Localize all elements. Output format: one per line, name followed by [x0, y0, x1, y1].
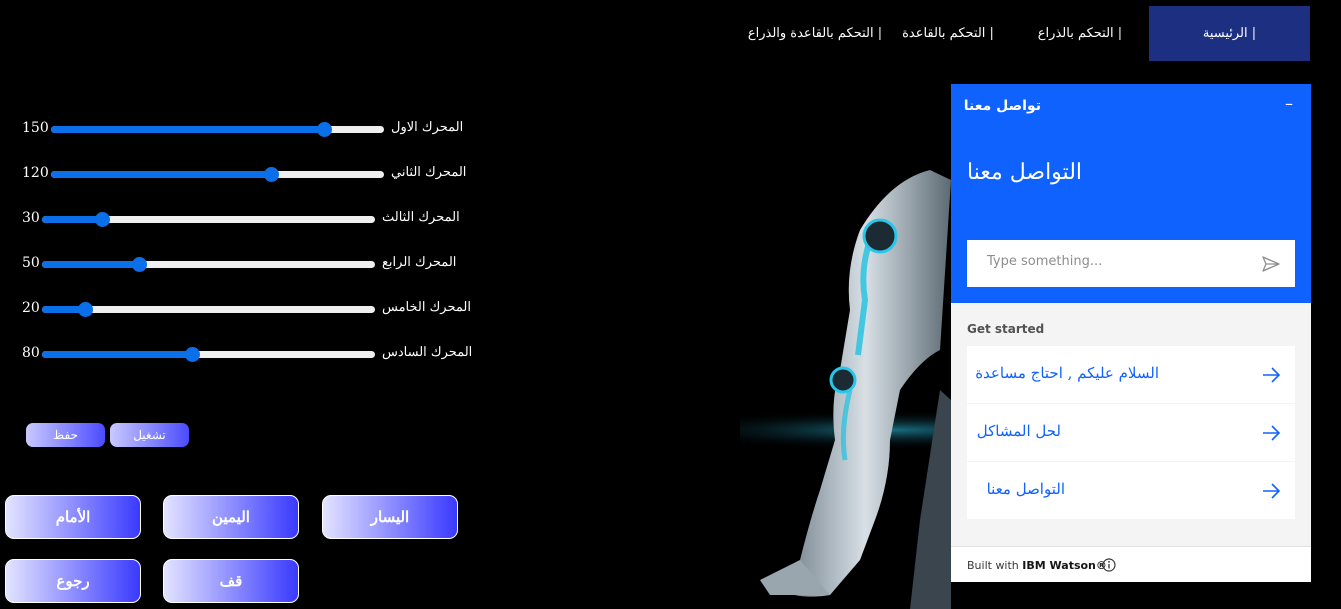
slider-value: 80 — [22, 345, 40, 361]
nav-item-home[interactable]: الرئيسية | — [1149, 6, 1310, 61]
save-button[interactable]: حفظ — [26, 423, 105, 447]
back-button[interactable]: رجوع — [5, 559, 141, 603]
option-text: السلام عليكم , احتاج مساعدة — [975, 364, 1159, 382]
get-started-label: Get started — [967, 322, 1045, 336]
slider-value: 50 — [22, 255, 40, 271]
nav-item-arm-control[interactable]: التحكم بالذراع | — [1020, 6, 1140, 61]
built-brand: IBM Watson® — [1022, 559, 1107, 572]
slider-label: المحرك الثالث — [382, 210, 460, 225]
slider-value: 30 — [22, 210, 40, 226]
chat-footer: Built with IBM Watson® — [951, 546, 1311, 582]
nav-item-base-control[interactable]: التحكم بالقاعدة | — [898, 6, 998, 61]
slider-track[interactable] — [42, 347, 375, 362]
forward-button[interactable]: الأمام — [5, 495, 141, 539]
slider-label: المحرك الاول — [391, 120, 464, 135]
arrow-right-icon — [1263, 367, 1281, 383]
slider-thumb[interactable] — [78, 302, 94, 317]
slider-track[interactable] — [42, 212, 375, 227]
slider-motor-4: 50 المحرك الرابع — [20, 255, 470, 275]
slider-fill — [51, 171, 271, 178]
nav-label: التحكم بالقاعدة | — [902, 26, 994, 41]
info-icon[interactable] — [1102, 558, 1116, 572]
slider-track[interactable] — [51, 122, 384, 137]
slider-motor-1: 150 المحرك الاول — [20, 120, 470, 140]
slider-motor-2: 120 المحرك الثاني — [20, 165, 470, 185]
slider-motor-6: 80 المحرك السادس — [20, 345, 473, 365]
stop-button[interactable]: قف — [163, 559, 299, 603]
nav-label: الرئيسية | — [1202, 26, 1257, 41]
option-text: التواصل معنا — [986, 480, 1065, 498]
slider-value: 20 — [22, 300, 40, 316]
chat-widget: تواصل معنا – التواصل معنا Get started ال… — [951, 84, 1311, 582]
slider-label: المحرك السادس — [382, 345, 473, 360]
slider-motor-5: 20 المحرك الخامس — [20, 300, 471, 320]
slider-label: المحرك الخامس — [382, 300, 471, 315]
send-icon[interactable] — [1261, 254, 1281, 274]
chat-input[interactable] — [985, 253, 1249, 270]
slider-fill — [51, 126, 325, 133]
nav-label: التحكم بالقاعدة والذراع | — [747, 26, 883, 41]
slider-thumb[interactable] — [131, 257, 147, 272]
slider-label: المحرك الثاني — [391, 165, 467, 180]
option-troubleshoot[interactable]: لحل المشاكل — [967, 404, 1295, 461]
chat-heading: التواصل معنا — [967, 160, 1083, 185]
arrow-right-icon — [1263, 483, 1281, 499]
slider-track[interactable] — [42, 302, 375, 317]
option-contact[interactable]: التواصل معنا — [967, 462, 1295, 519]
slider-motor-3: 30 المحرك الثالث — [20, 210, 470, 230]
left-button[interactable]: اليسار — [322, 495, 458, 539]
arrow-right-icon — [1263, 425, 1281, 441]
slider-fill — [42, 351, 192, 358]
slider-track[interactable] — [51, 167, 384, 182]
nav-label: التحكم بالذراع | — [1037, 26, 1123, 41]
slider-thumb[interactable] — [184, 347, 200, 362]
slider-value: 150 — [22, 120, 49, 136]
slider-fill — [42, 261, 139, 268]
slider-value: 120 — [22, 165, 49, 181]
option-text: لحل المشاكل — [976, 422, 1061, 440]
chat-title: تواصل معنا — [963, 98, 1041, 114]
slider-thumb[interactable] — [263, 167, 279, 182]
slider-thumb[interactable] — [94, 212, 110, 227]
right-button[interactable]: اليمين — [163, 495, 299, 539]
slider-thumb[interactable] — [317, 122, 333, 137]
slider-track[interactable] — [42, 257, 375, 272]
chat-header: تواصل معنا – التواصل معنا — [951, 84, 1311, 303]
built-with-text: Built with IBM Watson® — [967, 559, 1107, 572]
slider-label: المحرك الرابع — [382, 255, 457, 270]
chat-input-box — [967, 240, 1295, 287]
built-prefix: Built with — [967, 559, 1023, 572]
minimize-icon[interactable]: – — [1285, 94, 1293, 113]
slider-fill — [42, 216, 102, 223]
nav-item-base-arm-control[interactable]: التحكم بالقاعدة والذراع | — [745, 6, 885, 61]
run-button[interactable]: تشغيل — [110, 423, 189, 447]
option-greeting[interactable]: السلام عليكم , احتاج مساعدة — [967, 346, 1295, 403]
